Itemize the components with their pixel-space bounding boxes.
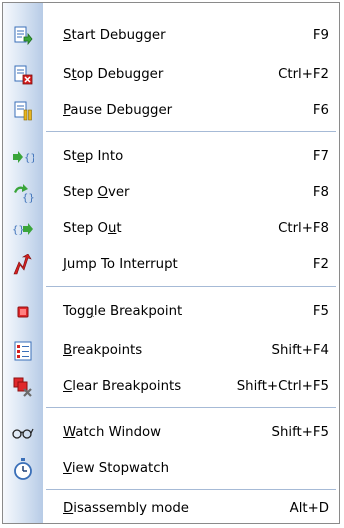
menu-item-label: Clear Breakpoints bbox=[63, 379, 182, 394]
menu-item-label: Step Over bbox=[63, 185, 130, 200]
mnemonic-letter: t bbox=[71, 67, 77, 82]
menu-item-pause-debugger[interactable]: Pause Debugger F6 bbox=[3, 94, 339, 128]
mnemonic-letter: u bbox=[107, 221, 117, 236]
mnemonic-letter: B bbox=[63, 343, 73, 358]
stopwatch-icon bbox=[3, 452, 43, 486]
menu-item-label: Start Debugger bbox=[63, 28, 166, 43]
mnemonic-letter: D bbox=[63, 501, 74, 516]
menu-separator bbox=[46, 286, 336, 287]
menu-item-icon-empty bbox=[3, 492, 43, 526]
menu-item-breakpoints[interactable]: Breakpoints Shift+F4 bbox=[3, 334, 339, 368]
menu-separator bbox=[46, 407, 336, 408]
watch-glasses-icon bbox=[3, 416, 43, 450]
stop-debugger-icon bbox=[3, 58, 43, 92]
menu-item-shortcut: F2 bbox=[312, 257, 329, 272]
svg-text:{}: {} bbox=[22, 193, 34, 203]
menu-item-label: Breakpoints bbox=[63, 343, 143, 358]
menu-item-step-into[interactable]: {} Step Into F7 bbox=[3, 140, 339, 174]
svg-text:{}: {} bbox=[24, 153, 34, 164]
breakpoints-list-icon bbox=[3, 334, 43, 368]
step-into-icon: {} bbox=[3, 140, 43, 174]
step-over-icon: {} bbox=[3, 176, 43, 210]
start-debugger-icon bbox=[3, 19, 43, 53]
menu-item-label: Toggle Breakpoint bbox=[63, 304, 183, 319]
menu-item-clear-breakpoints[interactable]: Clear Breakpoints Shift+Ctrl+F5 bbox=[3, 370, 339, 404]
menu-item-step-over[interactable]: {} Step Over F8 bbox=[3, 176, 339, 210]
mnemonic-letter: W bbox=[63, 425, 76, 440]
menu-item-label: Disassembly mode bbox=[63, 501, 189, 516]
menu-item-start-debugger[interactable]: Start Debugger F9 bbox=[3, 19, 339, 53]
mnemonic-letter: g bbox=[85, 304, 94, 319]
menu-item-shortcut: Alt+D bbox=[289, 501, 329, 516]
menu-item-shortcut: Shift+F5 bbox=[271, 425, 329, 440]
menu-item-shortcut: F7 bbox=[312, 149, 329, 164]
menu-item-shortcut: Shift+F4 bbox=[271, 343, 329, 358]
mnemonic-letter: J bbox=[63, 257, 67, 272]
menu-item-shortcut: F9 bbox=[312, 28, 329, 43]
menu-item-shortcut: F5 bbox=[312, 304, 329, 319]
clear-breakpoints-icon bbox=[3, 370, 43, 404]
menu-item-jump-to-interrupt[interactable]: Jump To Interrupt F2 bbox=[3, 248, 339, 282]
menu-item-toggle-breakpoint[interactable]: Toggle Breakpoint F5 bbox=[3, 295, 339, 329]
menu-item-shortcut: Shift+Ctrl+F5 bbox=[236, 379, 329, 394]
menu-item-shortcut: Ctrl+F8 bbox=[278, 221, 329, 236]
jump-to-interrupt-icon bbox=[3, 248, 43, 282]
mnemonic-letter: C bbox=[63, 379, 73, 394]
mnemonic-letter: S bbox=[63, 28, 72, 43]
svg-text:{}: {} bbox=[12, 225, 25, 236]
menu-item-label: Jump To Interrupt bbox=[63, 257, 178, 272]
menu-item-stop-debugger[interactable]: Stop Debugger Ctrl+F2 bbox=[3, 58, 339, 92]
mnemonic-letter: V bbox=[63, 461, 72, 476]
menu-item-step-out[interactable]: {} Step Out Ctrl+F8 bbox=[3, 212, 339, 246]
menu-item-watch-window[interactable]: Watch Window Shift+F5 bbox=[3, 416, 339, 450]
menu-item-label: Step Out bbox=[63, 221, 122, 236]
menu-item-shortcut: F8 bbox=[312, 185, 329, 200]
debug-context-menu: Start Debugger F9 Stop Debugger Ctrl+F2 … bbox=[2, 2, 340, 524]
menu-item-label: View Stopwatch bbox=[63, 461, 169, 476]
mnemonic-letter: e bbox=[76, 149, 85, 164]
menu-item-label: Stop Debugger bbox=[63, 67, 164, 82]
mnemonic-letter: P bbox=[63, 103, 71, 118]
menu-item-label: Step Into bbox=[63, 149, 124, 164]
menu-item-disassembly-mode[interactable]: Disassembly mode Alt+D bbox=[3, 492, 339, 526]
menu-separator bbox=[46, 131, 336, 132]
menu-item-shortcut: Ctrl+F2 bbox=[278, 67, 329, 82]
menu-item-shortcut: F6 bbox=[312, 103, 329, 118]
menu-separator bbox=[46, 489, 336, 490]
mnemonic-letter: O bbox=[97, 185, 108, 200]
step-out-icon: {} bbox=[3, 212, 43, 246]
pause-debugger-icon bbox=[3, 94, 43, 128]
menu-item-view-stopwatch[interactable]: View Stopwatch bbox=[3, 452, 339, 486]
menu-item-label: Pause Debugger bbox=[63, 103, 173, 118]
menu-item-label: Watch Window bbox=[63, 425, 162, 440]
toggle-breakpoint-icon bbox=[3, 295, 43, 329]
